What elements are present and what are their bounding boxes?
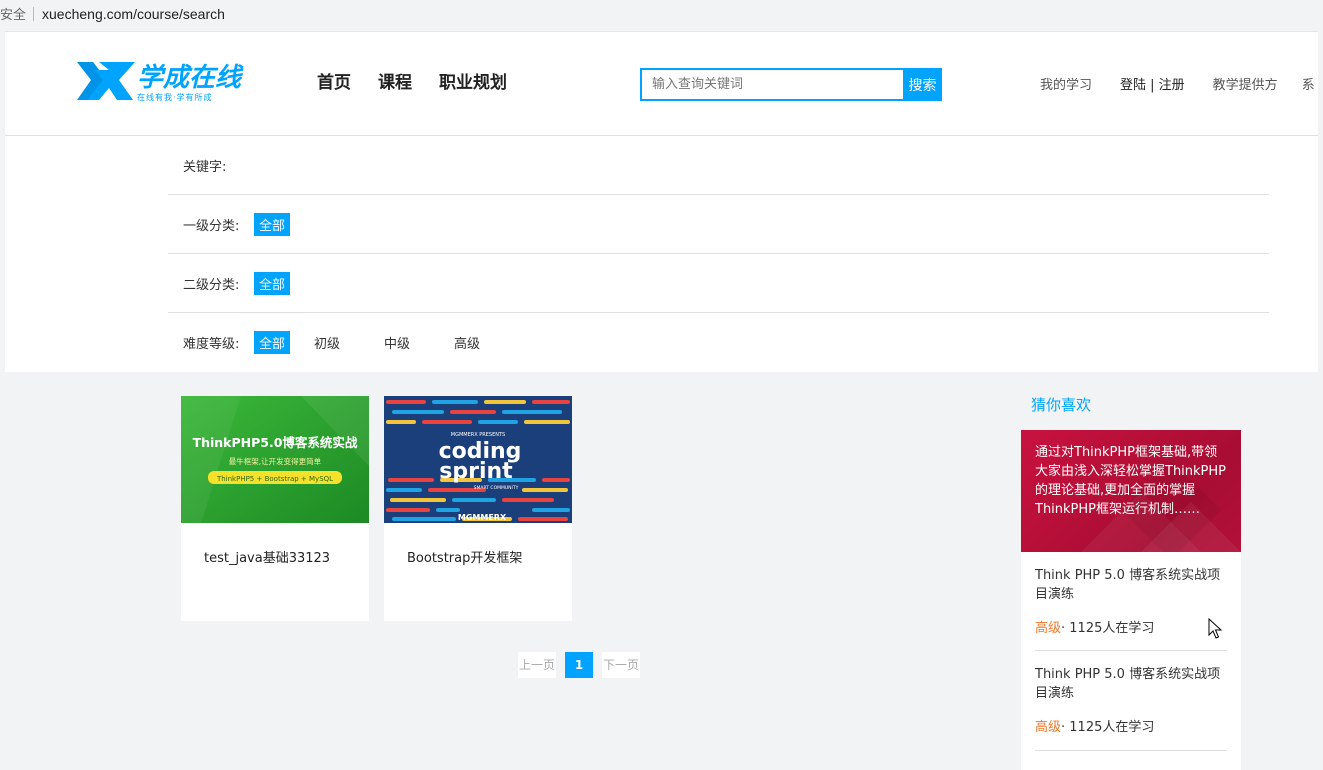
thumb-community: SMART COMMUNITY: [474, 485, 519, 491]
login-register-link[interactable]: 登陆 | 注册: [1120, 74, 1185, 93]
recommend-title: 猜你喜欢: [1031, 396, 1092, 414]
recommend-item[interactable]: Think PHP 5.0 博客系统实战项目演练 高级· 1125人在学习: [1035, 566, 1227, 636]
course-thumbnail[interactable]: ThinkPHP5.0博客系统实战 最牛框架,让开发变得更简单 ThinkPHP…: [181, 396, 369, 523]
logo-slogan: 在线有我·学有所成: [137, 92, 213, 102]
site-logo[interactable]: 学成在线 在线有我·学有所成: [75, 58, 265, 104]
thumb-title: ThinkPHP5.0博客系统实战: [193, 435, 358, 450]
nav-career[interactable]: 职业规划: [439, 68, 507, 93]
level2-label: 二级分类:: [183, 277, 240, 293]
prev-page-button[interactable]: 上一页: [518, 652, 556, 678]
course-thumbnail[interactable]: MGMMERX PRESENTS coding sprint SMART COM…: [384, 396, 572, 523]
browser-address-bar[interactable]: 安全 xuecheng.com/course/search: [0, 0, 1323, 27]
recommend-panel: 通过对ThinkPHP框架基础,带领大家由浅入深轻松掌握ThinkPHP的理论基…: [1021, 430, 1241, 770]
site-header: 学成在线 在线有我·学有所成 首页 课程 职业规划 搜索 我的学习 登陆 | 注…: [5, 31, 1318, 136]
pagination: 上一页 1 下一页: [518, 652, 640, 678]
recommend-item-level: 高级: [1035, 621, 1062, 636]
recommend-item[interactable]: Think PHP 5.0 博客系统实战项目演练 高级· 1125人在学习: [1035, 665, 1227, 735]
security-label: 安全: [0, 8, 27, 23]
course-title[interactable]: test_java基础33123: [204, 547, 330, 566]
top-links: 我的学习 登陆 | 注册 教学提供方 系: [1040, 74, 1315, 93]
search-bar: 搜索: [640, 68, 942, 101]
mouse-cursor-icon: [1208, 618, 1222, 639]
level1-label: 一级分类:: [183, 218, 240, 234]
thumb-badge: ThinkPHP5 + Bootstrap + MySQL: [216, 475, 333, 483]
difficulty-option-advanced[interactable]: 高级: [449, 331, 485, 354]
keyword-label: 关键字:: [183, 159, 227, 175]
search-input[interactable]: [640, 68, 903, 101]
recommend-item-level: 高级: [1035, 720, 1062, 735]
thumb-subtitle: 最牛框架,让开发变得更简单: [229, 456, 322, 466]
nav-courses[interactable]: 课程: [378, 68, 412, 93]
course-card[interactable]: MGMMERX PRESENTS coding sprint SMART COM…: [384, 396, 572, 621]
address-divider: [33, 6, 35, 21]
provider-link[interactable]: 教学提供方: [1213, 74, 1278, 93]
difficulty-option-all[interactable]: 全部: [254, 331, 291, 354]
recommend-item-meta: 高级· 1125人在学习: [1035, 617, 1227, 636]
logo-x-icon: 学成在线 在线有我·学有所成: [77, 62, 244, 102]
recommend-item-name[interactable]: Think PHP 5.0 博客系统实战项目演练: [1035, 665, 1227, 703]
filter-panel: 关键字: 一级分类: 全部 二级分类: 全部 难度等级: 全部 初级 中级 高级: [5, 136, 1318, 372]
recommend-item-learners: · 1125人在学习: [1061, 720, 1155, 735]
course-card[interactable]: ThinkPHP5.0博客系统实战 最牛框架,让开发变得更简单 ThinkPHP…: [181, 396, 369, 621]
keyword-row: 关键字:: [168, 136, 1269, 195]
recommend-divider: [1035, 750, 1227, 751]
recommend-divider: [1035, 650, 1227, 651]
logo-text: 学成在线: [137, 63, 244, 93]
recommend-item-name[interactable]: Think PHP 5.0 博客系统实战项目演练: [1035, 566, 1227, 604]
thumb-brand: MGMMERX: [458, 513, 507, 522]
recommend-item-learners: · 1125人在学习: [1061, 621, 1155, 636]
level1-row: 一级分类: 全部: [168, 195, 1269, 254]
url-text[interactable]: xuecheng.com/course/search: [42, 6, 225, 22]
thumb-top-text: MGMMERX PRESENTS: [451, 432, 505, 438]
system-link[interactable]: 系: [1302, 74, 1315, 93]
difficulty-option-beginner[interactable]: 初级: [309, 331, 345, 354]
search-button[interactable]: 搜索: [903, 68, 942, 101]
my-learning-link[interactable]: 我的学习: [1040, 74, 1092, 93]
difficulty-row: 难度等级: 全部 初级 中级 高级: [168, 313, 1269, 372]
recommend-item-meta: 高级· 1125人在学习: [1035, 716, 1227, 735]
next-page-button[interactable]: 下一页: [602, 652, 640, 678]
level2-option-all[interactable]: 全部: [254, 271, 291, 295]
difficulty-label: 难度等级:: [183, 337, 240, 352]
level1-option-all[interactable]: 全部: [254, 212, 291, 236]
thumb-line2: sprint: [439, 459, 513, 484]
recommend-banner[interactable]: 通过对ThinkPHP框架基础,带领大家由浅入深轻松掌握ThinkPHP的理论基…: [1021, 430, 1241, 552]
main-nav: 首页 课程 职业规划: [317, 68, 507, 93]
nav-home[interactable]: 首页: [317, 68, 351, 93]
level2-row: 二级分类: 全部: [168, 254, 1269, 313]
page-number-current[interactable]: 1: [565, 652, 593, 678]
difficulty-option-intermediate[interactable]: 中级: [379, 331, 415, 354]
course-title[interactable]: Bootstrap开发框架: [407, 547, 522, 566]
